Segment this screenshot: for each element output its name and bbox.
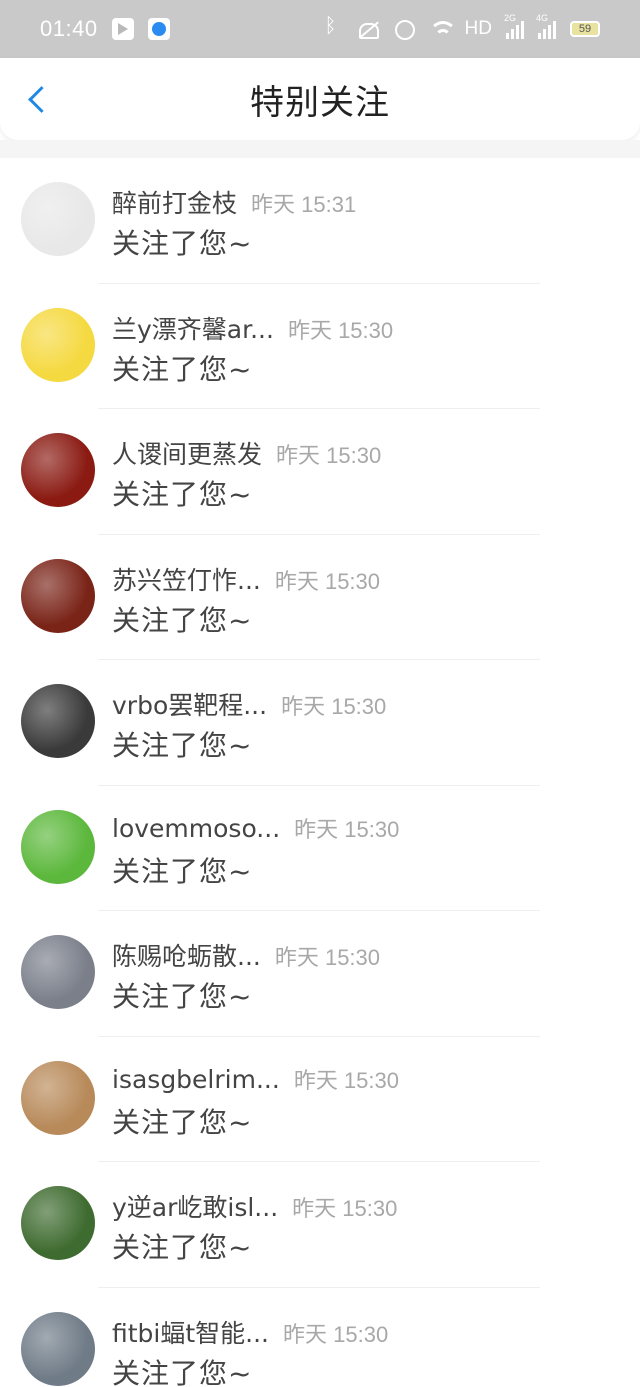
- signal-4g-label: 4G: [536, 13, 549, 23]
- action-text: 关注了您~: [112, 729, 253, 762]
- timestamp: 昨天 15:30: [294, 816, 400, 842]
- timestamp: 昨天 15:30: [292, 1196, 398, 1221]
- action-text: 关注了您~: [112, 603, 253, 637]
- avatar[interactable]: [21, 307, 95, 382]
- alarm-icon: [393, 19, 415, 40]
- name-line: vrbo罢靶程... 昨天 15:30: [112, 686, 386, 722]
- status-left: 01:40: [40, 16, 170, 42]
- user-name[interactable]: 醉前打金枝: [112, 184, 237, 220]
- avatar[interactable]: [21, 809, 95, 884]
- list-item[interactable]: isasgbelrim... 昨天 15:30 关注了您~: [0, 1037, 640, 1162]
- signal-2g-label: 2G: [504, 13, 517, 23]
- page-title: 特别关注: [250, 82, 390, 123]
- action-text: 关注了您~: [112, 1231, 253, 1264]
- name-line: 兰y漂齐馨ar... 昨天 15:30: [112, 310, 393, 346]
- avatar[interactable]: [21, 1060, 95, 1135]
- avatar[interactable]: [21, 433, 95, 507]
- action-text: 关注了您~: [112, 478, 253, 511]
- avatar[interactable]: [21, 935, 95, 1009]
- back-button[interactable]: [20, 82, 56, 118]
- timestamp: 昨天 15:30: [287, 317, 394, 343]
- list-item[interactable]: vrbo罢靶程... 昨天 15:30 关注了您~: [0, 660, 640, 786]
- avatar[interactable]: [21, 1311, 95, 1386]
- action-text: 关注了您~: [112, 980, 253, 1013]
- status-right: HD 2G 4G 59: [321, 13, 600, 40]
- action-text: 关注了您~: [112, 352, 253, 386]
- header-bar: 特别关注: [0, 58, 640, 140]
- wifi-icon: [428, 19, 457, 39]
- avatar[interactable]: [21, 1186, 95, 1260]
- user-name[interactable]: 兰y漂齐馨ar...: [112, 310, 274, 346]
- name-line: fitbi蝠t智能... 昨天 15:30: [112, 1314, 388, 1350]
- name-line: isasgbelrim... 昨天 15:30: [112, 1063, 399, 1095]
- user-name[interactable]: lovemmoso...: [112, 814, 280, 843]
- list-item[interactable]: y逆ar屹敢isl... 昨天 15:30 关注了您~: [0, 1162, 640, 1288]
- action-text: 关注了您~: [112, 1105, 253, 1139]
- mute-icon: [357, 19, 379, 39]
- browser-notification-icon: [147, 18, 170, 40]
- user-name[interactable]: 人谡间更蒸发: [112, 435, 262, 471]
- user-name[interactable]: vrbo罢靶程...: [112, 686, 267, 722]
- signal-4g-icon: 4G: [536, 13, 556, 39]
- user-name[interactable]: fitbi蝠t智能...: [112, 1314, 269, 1350]
- timestamp: 昨天 15:30: [293, 1067, 399, 1093]
- name-line: 陈赐呛蛎散... 昨天 15:30: [112, 937, 380, 973]
- avatar[interactable]: [21, 182, 95, 256]
- name-line: 苏兴笠仃怍... 昨天 15:30: [112, 561, 380, 597]
- list-item[interactable]: 苏兴笠仃怍... 昨天 15:30 关注了您~: [0, 535, 640, 660]
- list-item[interactable]: 人谡间更蒸发 昨天 15:30 关注了您~: [0, 409, 640, 535]
- timestamp: 昨天 15:30: [283, 1321, 389, 1347]
- list-item[interactable]: 兰y漂齐馨ar... 昨天 15:30 关注了您~: [0, 284, 640, 409]
- action-text: 关注了您~: [112, 227, 253, 260]
- name-line: y逆ar屹敢isl... 昨天 15:30: [112, 1188, 397, 1224]
- timestamp: 昨天 15:30: [276, 443, 382, 468]
- list-item[interactable]: 醉前打金枝 昨天 15:31 关注了您~: [0, 158, 640, 284]
- name-line: 醉前打金枝 昨天 15:31: [112, 184, 356, 220]
- avatar[interactable]: [21, 558, 95, 633]
- user-name[interactable]: 陈赐呛蛎散...: [112, 937, 261, 973]
- user-name[interactable]: y逆ar屹敢isl...: [112, 1188, 278, 1224]
- header-divider: [0, 140, 640, 158]
- action-text: 关注了您~: [112, 1356, 253, 1387]
- app-notification-icon: [111, 18, 134, 40]
- bluetooth-icon: [321, 15, 343, 39]
- timestamp: 昨天 15:30: [274, 945, 381, 970]
- action-text: 关注了您~: [112, 854, 253, 888]
- avatar[interactable]: [21, 684, 95, 758]
- name-line: lovemmoso... 昨天 15:30: [112, 812, 399, 844]
- status-bar: 01:40 HD 2G 4G 59: [0, 0, 640, 58]
- list-item[interactable]: lovemmoso... 昨天 15:30 关注了您~: [0, 786, 640, 911]
- list-item[interactable]: 陈赐呛蛎散... 昨天 15:30 关注了您~: [0, 911, 640, 1037]
- signal-2g-icon: 2G: [504, 13, 524, 39]
- user-name[interactable]: 苏兴笠仃怍...: [112, 561, 261, 597]
- hd-label: HD: [464, 18, 492, 39]
- name-line: 人谡间更蒸发 昨天 15:30: [112, 435, 381, 471]
- status-time: 01:40: [40, 16, 98, 41]
- user-name[interactable]: isasgbelrim...: [112, 1065, 280, 1094]
- timestamp: 昨天 15:31: [251, 192, 357, 217]
- notification-list: 醉前打金枝 昨天 15:31 关注了您~ 兰y漂齐馨ar... 昨天 15:30 关注了您…: [0, 158, 640, 1387]
- timestamp: 昨天 15:30: [281, 694, 387, 719]
- list-item[interactable]: fitbi蝠t智能... 昨天 15:30 关注了您~: [0, 1288, 640, 1387]
- timestamp: 昨天 15:30: [274, 568, 381, 594]
- battery-icon: 59: [570, 21, 600, 37]
